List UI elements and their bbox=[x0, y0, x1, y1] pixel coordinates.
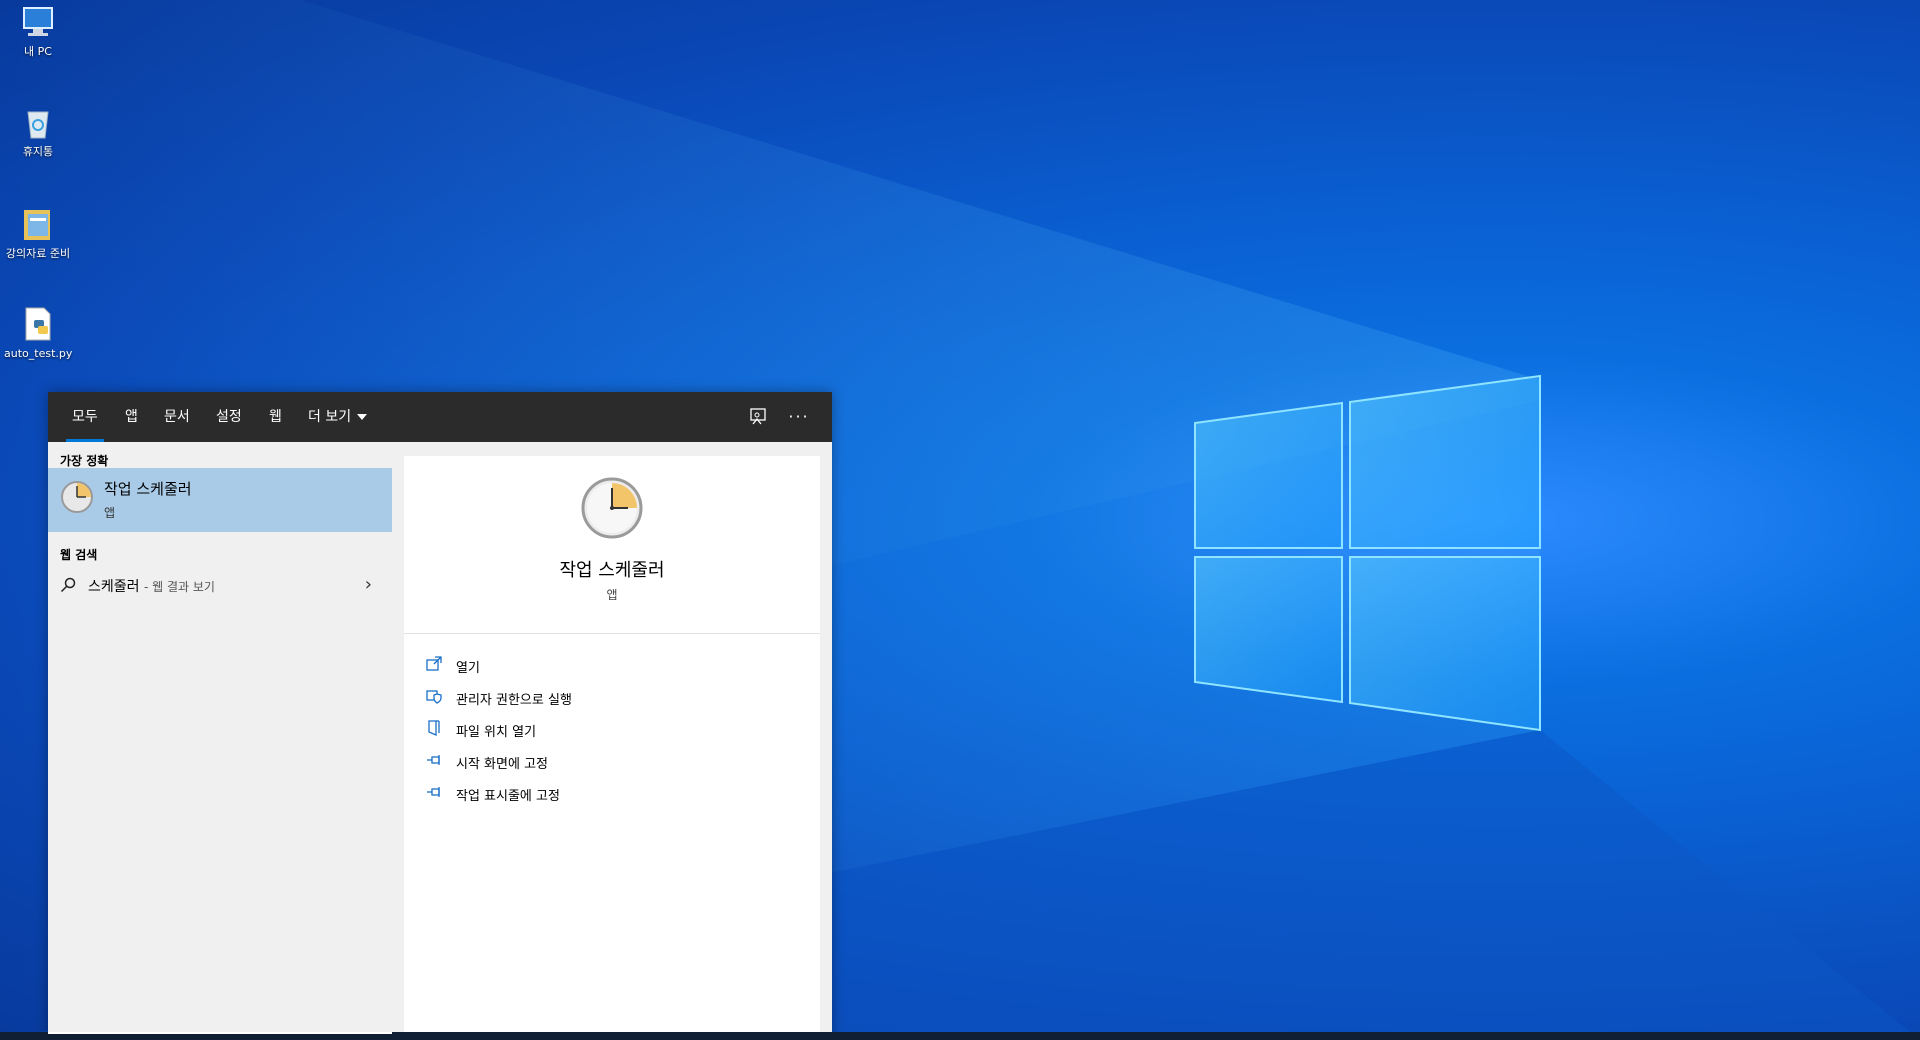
web-search-query-wrap: 스케줄러 - 웹 결과 보기 bbox=[88, 576, 215, 596]
recycle-bin-icon bbox=[18, 102, 58, 142]
action-label: 열기 bbox=[456, 661, 480, 676]
action-label: 시작 화면에 고정 bbox=[456, 757, 548, 772]
desktop-icon-label: 휴지통 bbox=[22, 145, 54, 158]
results-list: 가장 정확 작업 스케줄러 앱 웹 검색 스케줄러 - 웹 결과 보기 › bbox=[48, 442, 392, 1040]
search-tab-bar: 모두 앱 문서 설정 웹 더 보기 ··· bbox=[48, 392, 832, 442]
search-panel: 모두 앱 문서 설정 웹 더 보기 ··· 가장 정확 작업 스케줄러 앱 웹 … bbox=[48, 392, 832, 1040]
web-search-heading: 웹 검색 bbox=[60, 548, 98, 562]
best-match-heading: 가장 정확 bbox=[60, 454, 109, 468]
taskbar bbox=[0, 1032, 1920, 1040]
action-pin-to-start[interactable]: 시작 화면에 고정 bbox=[426, 748, 806, 774]
chevron-right-icon: › bbox=[364, 574, 372, 595]
file-location-icon bbox=[428, 720, 440, 736]
desktop-icon-label: 강의자료 준비 bbox=[5, 247, 71, 260]
tab-web[interactable]: 웹 bbox=[269, 392, 282, 442]
feedback-icon[interactable] bbox=[745, 404, 771, 430]
web-search-result[interactable]: 스케줄러 - 웹 결과 보기 › bbox=[48, 570, 392, 600]
folder-icon bbox=[18, 204, 58, 244]
detail-type: 앱 bbox=[606, 588, 618, 602]
pin-icon bbox=[427, 787, 440, 797]
action-open-file-location[interactable]: 파일 위치 열기 bbox=[426, 716, 806, 742]
web-search-query: 스케줄러 bbox=[88, 579, 140, 595]
action-label: 관리자 권한으로 실행 bbox=[456, 693, 572, 708]
desktop-icon-label: auto_test.py bbox=[4, 347, 73, 360]
tab-more[interactable]: 더 보기 bbox=[308, 392, 368, 442]
clock-icon bbox=[581, 477, 643, 539]
ellipsis-icon[interactable]: ··· bbox=[786, 404, 812, 430]
tab-documents[interactable]: 문서 bbox=[164, 392, 190, 442]
python-file-icon bbox=[18, 304, 58, 344]
action-label: 작업 표시줄에 고정 bbox=[456, 789, 560, 804]
taskbar-search-box[interactable] bbox=[48, 1032, 392, 1034]
action-label: 파일 위치 열기 bbox=[456, 725, 537, 740]
action-open[interactable]: 열기 bbox=[426, 652, 806, 678]
clock-icon bbox=[61, 481, 93, 513]
chevron-down-icon bbox=[357, 414, 368, 420]
desktop-icon-label: 내 PC bbox=[24, 45, 52, 58]
detail-title: 작업 스케줄러 bbox=[559, 560, 665, 581]
best-match-item[interactable]: 작업 스케줄러 앱 bbox=[48, 468, 392, 532]
web-search-hint: - 웹 결과 보기 bbox=[143, 580, 215, 594]
tab-settings[interactable]: 설정 bbox=[216, 392, 242, 442]
action-pin-to-taskbar[interactable]: 작업 표시줄에 고정 bbox=[426, 780, 806, 806]
desktop-icon-this-pc[interactable]: 내 PC bbox=[4, 2, 72, 58]
tab-more-label: 더 보기 bbox=[308, 409, 352, 425]
tab-apps[interactable]: 앱 bbox=[125, 392, 138, 442]
best-match-title: 작업 스케줄러 bbox=[104, 480, 192, 498]
detail-header: 작업 스케줄러 앱 bbox=[404, 456, 820, 634]
desktop-icon-recycle-bin[interactable]: 휴지통 bbox=[4, 102, 72, 158]
search-icon bbox=[60, 577, 76, 593]
result-detail-pane: 작업 스케줄러 앱 열기 관리자 권한으로 실행 파일 위치 열기 시작 화면에… bbox=[404, 456, 820, 1040]
best-match-type: 앱 bbox=[104, 506, 116, 520]
desktop-icon-folder[interactable]: 강의자료 준비 bbox=[4, 204, 72, 260]
admin-shield-icon bbox=[426, 690, 442, 704]
this-pc-icon bbox=[18, 2, 58, 42]
tab-all[interactable]: 모두 bbox=[66, 392, 104, 442]
open-icon bbox=[426, 656, 442, 671]
pin-icon bbox=[427, 755, 440, 765]
action-run-as-admin[interactable]: 관리자 권한으로 실행 bbox=[426, 684, 806, 710]
desktop-icon-python-file[interactable]: auto_test.py bbox=[4, 304, 72, 360]
